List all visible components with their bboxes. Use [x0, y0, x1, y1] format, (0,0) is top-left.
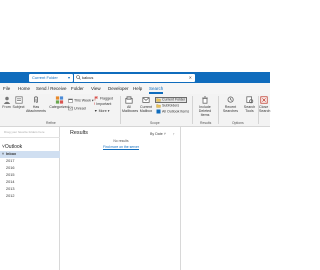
divider — [192, 96, 193, 124]
all-mailboxes-button[interactable]: All Mailboxes — [122, 96, 138, 113]
chevron-down-icon: ˅ — [2, 152, 5, 156]
chevron-down-icon: ▾ — [67, 74, 70, 80]
favorites-drop-hint: Drag your favorite folders here — [4, 130, 45, 134]
subject-button[interactable]: Subject — [12, 96, 25, 109]
search-ribbon: From Subject Has Attachments Categorized… — [0, 94, 270, 127]
title-bar: Current Folder ▾ kalcus ✕ — [0, 72, 270, 83]
has-attachments-button[interactable]: Has Attachments — [26, 96, 46, 113]
flag-icon — [94, 96, 98, 101]
unread-button[interactable]: Unread — [68, 106, 86, 111]
subfolders-button[interactable]: Subfolders — [156, 103, 179, 108]
folder-item[interactable]: 2014 — [0, 179, 60, 186]
flagged-button[interactable]: Flagged — [94, 96, 113, 101]
subfolders-icon — [156, 104, 161, 108]
chevron-down-icon: ˅ — [163, 132, 166, 136]
search-box[interactable]: kalcus ✕ — [73, 73, 195, 82]
search-scope-dropdown[interactable]: Current Folder ▾ — [29, 73, 73, 82]
mailbox-icon — [142, 97, 150, 103]
tab-view[interactable]: View — [91, 83, 101, 94]
sort-direction-icon[interactable]: ↑ — [173, 132, 175, 136]
outlook-items-icon — [156, 109, 161, 114]
folder-item[interactable]: 2016 — [0, 165, 60, 172]
recent-searches-icon — [227, 96, 234, 103]
subject-icon — [14, 96, 23, 104]
results-title: Results — [70, 130, 88, 136]
this-week-button[interactable]: This Week ▾ — [68, 98, 94, 103]
search-tools-icon — [245, 96, 253, 104]
no-results-message: No results — [113, 139, 129, 143]
tab-search[interactable]: Search — [149, 83, 164, 94]
current-mailbox-button[interactable]: Current Mailbox — [138, 96, 154, 113]
results-pane: Results By Date ˅ ↑ No results Find more… — [61, 127, 181, 270]
search-icon — [76, 75, 81, 80]
close-search-icon — [260, 96, 268, 104]
tab-help[interactable]: Help — [133, 83, 142, 94]
tab-home[interactable]: Home — [18, 83, 30, 94]
group-label-refine: Refine — [46, 121, 56, 125]
more-button[interactable]: ▼ More ▾ — [94, 109, 110, 114]
group-label-results: Results — [200, 121, 212, 125]
all-outlook-items-button[interactable]: All Outlook Items — [156, 109, 189, 114]
divider — [218, 96, 219, 124]
search-tools-button[interactable]: Search Tools — [242, 96, 257, 113]
sort-by-dropdown[interactable]: By Date ˅ — [150, 132, 166, 136]
folder-pane: Drag your favorite folders here ˅Outlook… — [0, 127, 60, 270]
calendar-icon — [68, 98, 73, 103]
tab-folder[interactable]: Folder — [71, 83, 84, 94]
categories-icon — [55, 96, 63, 104]
group-label-scope: Scope — [150, 121, 160, 125]
from-button[interactable]: From — [1, 96, 12, 109]
important-button[interactable]: ! Important — [94, 102, 111, 107]
folder-item[interactable]: 2017 — [0, 158, 60, 165]
categorized-button[interactable]: Categorized — [48, 96, 70, 109]
tab-developer[interactable]: Developer — [108, 83, 129, 94]
tab-send-receive[interactable]: Send / Receive — [36, 83, 67, 94]
folder-item[interactable]: 2013 — [0, 186, 60, 193]
menu-bar: File Home Send / Receive Folder View Dev… — [0, 83, 270, 94]
chevron-down-icon: ▾ — [106, 109, 110, 113]
paperclip-icon — [34, 96, 38, 103]
search-query[interactable]: kalcus — [82, 74, 93, 82]
person-icon — [3, 96, 10, 104]
folder-item[interactable]: 2015 — [0, 172, 60, 179]
recent-searches-button[interactable]: Recent Searches — [220, 96, 241, 113]
find-more-on-server-link[interactable]: Find more on the server — [61, 145, 181, 149]
account-header[interactable]: ˅Outlook — [2, 144, 22, 150]
divider — [120, 96, 121, 124]
filter-icon: ▼ — [94, 109, 98, 113]
mailboxes-icon — [125, 96, 133, 104]
folder-item[interactable]: 2012 — [0, 193, 60, 200]
folder-icon — [156, 98, 161, 102]
search-scope-label: Current Folder — [32, 74, 58, 80]
group-label-options: Options — [232, 121, 244, 125]
divider — [0, 137, 60, 138]
envelope-icon — [68, 106, 73, 111]
close-search-button[interactable]: Close Search — [259, 96, 271, 113]
trash-icon — [202, 96, 208, 104]
clear-search-icon[interactable]: ✕ — [189, 74, 192, 82]
current-folder-button[interactable]: Current Folder — [156, 97, 185, 102]
folder-inbox[interactable]: ˅ Inbox — [0, 151, 60, 158]
tab-file[interactable]: File — [3, 83, 10, 94]
include-deleted-items-button[interactable]: Include Deleted Items — [194, 96, 216, 118]
